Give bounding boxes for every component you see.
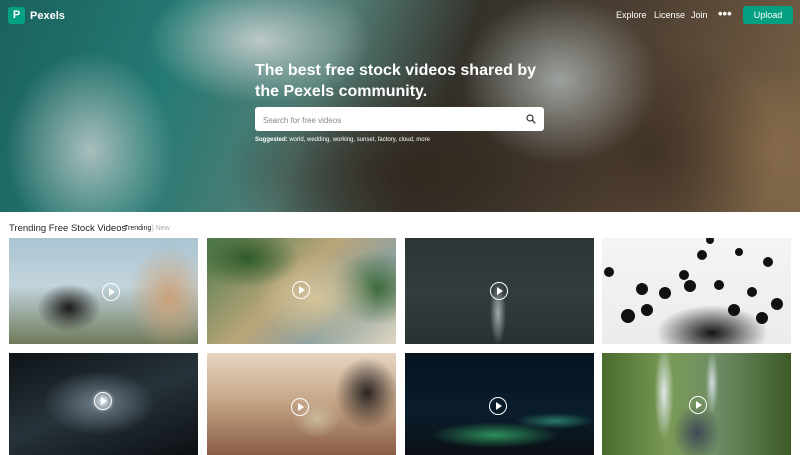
tab-trending[interactable]: Trending [124, 225, 151, 232]
more-menu-icon[interactable]: ••• [718, 6, 732, 21]
play-icon[interactable] [102, 283, 120, 301]
suggested-label: Suggested: [255, 137, 288, 143]
brand-name[interactable]: Pexels [30, 10, 65, 22]
search-icon[interactable] [526, 114, 536, 124]
play-icon[interactable] [291, 398, 309, 416]
play-icon[interactable] [94, 392, 112, 410]
hero-headline: The best free stock videos shared by the… [255, 62, 536, 100]
balloons-illustration [604, 238, 783, 324]
video-thumbnail-aurora[interactable] [405, 353, 594, 455]
top-navigation: P Pexels Explore License Join ••• Upload [0, 0, 800, 30]
video-thumbnail-boat-ocean[interactable] [405, 238, 594, 344]
nav-join[interactable]: Join [691, 10, 708, 20]
play-icon[interactable] [689, 396, 707, 414]
play-icon[interactable] [292, 281, 310, 299]
nav-explore[interactable]: Explore [616, 10, 647, 20]
search-input[interactable] [261, 110, 520, 130]
video-thumbnail-black-balloons[interactable] [602, 238, 791, 344]
suggested-terms[interactable]: world, wedding, working, sunset, factory… [289, 137, 430, 143]
search-bar[interactable] [255, 107, 544, 131]
video-thumbnail-beach-boats[interactable] [207, 238, 396, 344]
play-icon[interactable] [489, 397, 507, 415]
upload-button[interactable]: Upload [743, 6, 793, 24]
video-thumbnail-photographer[interactable] [9, 238, 198, 344]
nav-license[interactable]: License [654, 10, 685, 20]
video-thumbnail-moon-clouds[interactable] [9, 353, 198, 455]
pexels-logo-icon[interactable]: P [8, 7, 25, 24]
tab-new[interactable]: | New [152, 225, 170, 232]
section-title: Trending Free Stock Videos [9, 223, 127, 234]
video-thumbnail-waterfall-couple[interactable] [602, 353, 791, 455]
suggested-searches: Suggested: world, wedding, working, suns… [255, 137, 430, 143]
video-thumbnail-tea-table[interactable] [207, 353, 396, 455]
play-icon[interactable] [490, 282, 508, 300]
hero-banner [0, 0, 800, 212]
